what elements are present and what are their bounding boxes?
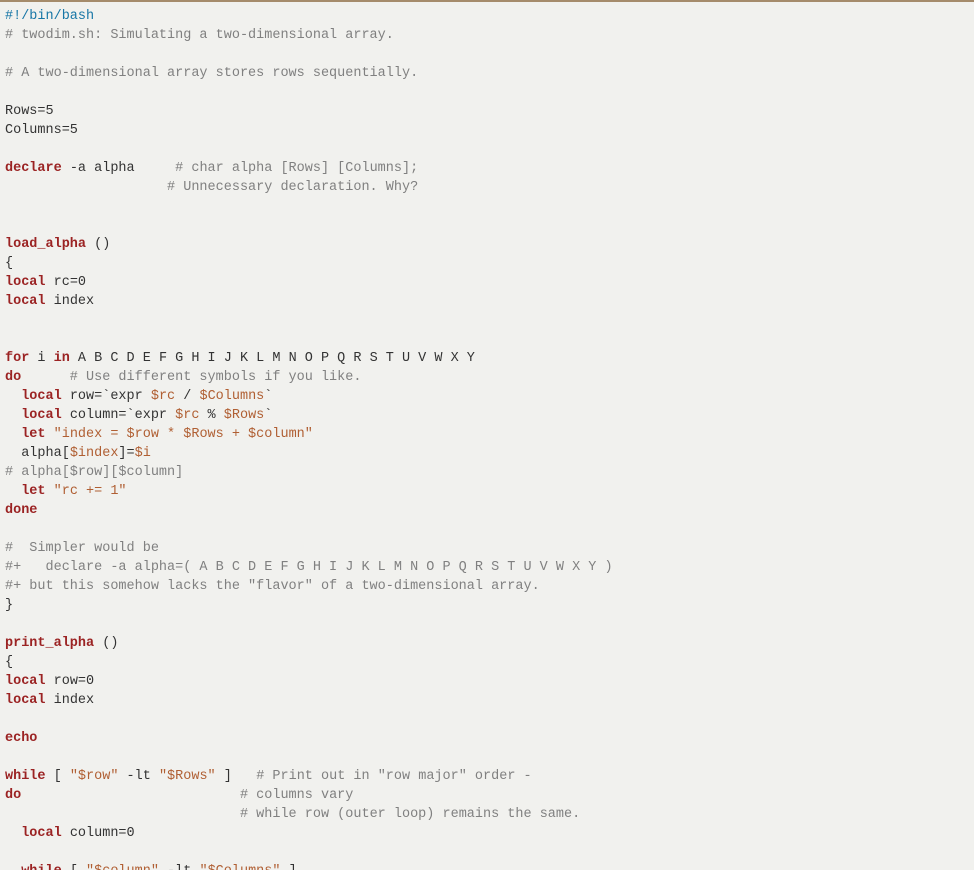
keyword-do: do bbox=[5, 370, 21, 385]
keyword-done: done bbox=[5, 503, 37, 518]
pad bbox=[21, 788, 240, 803]
indent bbox=[5, 864, 21, 870]
comment-line: # while row (outer loop) remains the sam… bbox=[240, 807, 580, 822]
keyword-local: local bbox=[5, 294, 46, 309]
indent bbox=[5, 826, 21, 841]
expr-part: % bbox=[199, 408, 223, 423]
string-literal: "index = $row * $Rows + $column" bbox=[54, 427, 313, 442]
backtick: ` bbox=[264, 408, 272, 423]
indent bbox=[5, 484, 21, 499]
comment-line: # char alpha [Rows] [Columns]; bbox=[175, 161, 418, 176]
comment-line: # Unnecessary declaration. Why? bbox=[5, 180, 418, 195]
string-literal: "$Rows" bbox=[159, 769, 216, 784]
backtick: ` bbox=[264, 389, 272, 404]
operator: -lt bbox=[118, 769, 159, 784]
comment-line: #+ declare -a alpha=( A B C D E F G H I … bbox=[5, 560, 613, 575]
bracket: [ bbox=[62, 864, 86, 870]
indent bbox=[5, 427, 21, 442]
string-literal: "$column" bbox=[86, 864, 159, 870]
space bbox=[46, 427, 54, 442]
for-list: A B C D E F G H I J K L M N O P Q R S T … bbox=[70, 351, 475, 366]
brace: { bbox=[5, 256, 13, 271]
alpha-assign-pre: alpha[ bbox=[5, 446, 70, 461]
string-literal: "$Columns" bbox=[199, 864, 280, 870]
comment-line: # A two-dimensional array stores rows se… bbox=[5, 66, 418, 81]
keyword-while: while bbox=[21, 864, 62, 870]
variable-columns: $Columns bbox=[199, 389, 264, 404]
brace: { bbox=[5, 655, 13, 670]
assignment: column=0 bbox=[62, 826, 135, 841]
variable-rc: $rc bbox=[151, 389, 175, 404]
keyword-local: local bbox=[21, 826, 62, 841]
bracket: [ bbox=[46, 769, 70, 784]
string-literal: "rc += 1" bbox=[54, 484, 127, 499]
paren: () bbox=[86, 237, 110, 252]
indent bbox=[5, 389, 21, 404]
bracket: ] bbox=[216, 769, 257, 784]
code-block: #!/bin/bash # twodim.sh: Simulating a tw… bbox=[0, 2, 974, 870]
identifier: index bbox=[46, 693, 95, 708]
variable-index: $index bbox=[70, 446, 119, 461]
keyword-in: in bbox=[54, 351, 70, 366]
comment-line: # alpha[$row][$column] bbox=[5, 465, 183, 480]
alpha-assign-mid: ]= bbox=[118, 446, 134, 461]
declare-args: -a alpha bbox=[62, 161, 175, 176]
assignment: Rows=5 bbox=[5, 104, 54, 119]
comment-line: # twodim.sh: Simulating a two-dimensiona… bbox=[5, 28, 394, 43]
operator: -lt bbox=[159, 864, 200, 870]
keyword-for: for bbox=[5, 351, 29, 366]
assignment: row=0 bbox=[46, 674, 95, 689]
paren: () bbox=[94, 636, 118, 651]
keyword-let: let bbox=[21, 427, 45, 442]
keyword-local: local bbox=[21, 389, 62, 404]
comment-line: # columns vary bbox=[240, 788, 353, 803]
keyword-do: do bbox=[5, 788, 21, 803]
function-print-alpha: print_alpha bbox=[5, 636, 94, 651]
function-load-alpha: load_alpha bbox=[5, 237, 86, 252]
brace: } bbox=[5, 598, 13, 613]
keyword-while: while bbox=[5, 769, 46, 784]
assignment: rc=0 bbox=[46, 275, 87, 290]
shebang-line: #!/bin/bash bbox=[5, 9, 94, 24]
variable-rc: $rc bbox=[175, 408, 199, 423]
comment-line: # Print out in "row major" order - bbox=[256, 769, 531, 784]
keyword-declare: declare bbox=[5, 161, 62, 176]
bracket: ] bbox=[280, 864, 296, 870]
identifier: index bbox=[46, 294, 95, 309]
keyword-local: local bbox=[5, 275, 46, 290]
keyword-let: let bbox=[21, 484, 45, 499]
comment-line: # Simpler would be bbox=[5, 541, 159, 556]
comment-line: #+ but this somehow lacks the "flavor" o… bbox=[5, 579, 540, 594]
variable-i: $i bbox=[135, 446, 151, 461]
keyword-local: local bbox=[5, 693, 46, 708]
variable-rows: $Rows bbox=[224, 408, 265, 423]
expr-part: / bbox=[175, 389, 199, 404]
space bbox=[46, 484, 54, 499]
expr-part: column=`expr bbox=[62, 408, 175, 423]
keyword-echo: echo bbox=[5, 731, 37, 746]
keyword-local: local bbox=[21, 408, 62, 423]
string-literal: "$row" bbox=[70, 769, 119, 784]
assignment: Columns=5 bbox=[5, 123, 78, 138]
pad bbox=[5, 807, 240, 822]
comment-line: # Use different symbols if you like. bbox=[21, 370, 361, 385]
expr-part: row=`expr bbox=[62, 389, 151, 404]
indent bbox=[5, 408, 21, 423]
keyword-local: local bbox=[5, 674, 46, 689]
for-var: i bbox=[29, 351, 53, 366]
